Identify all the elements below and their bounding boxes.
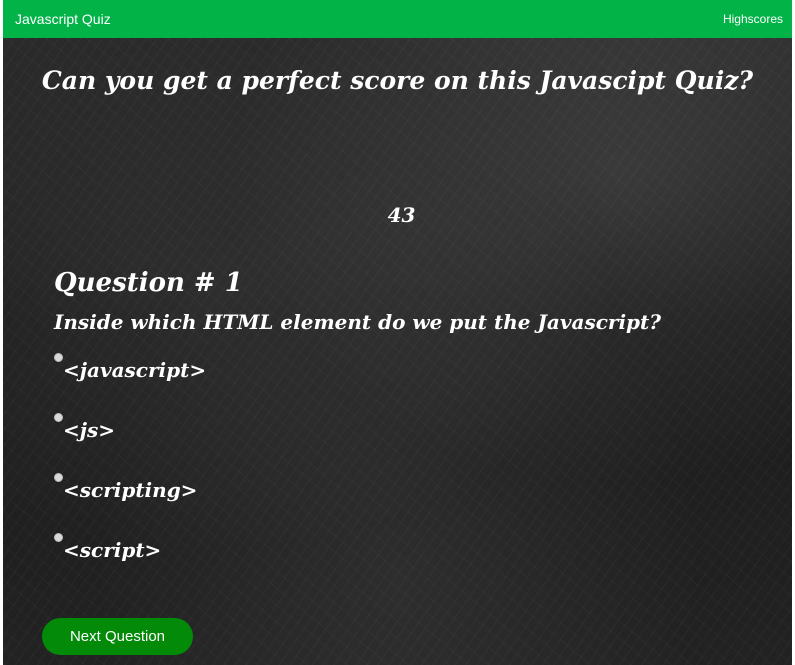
chalkboard-background bbox=[3, 38, 792, 665]
answer-choice-label: <javascript> bbox=[63, 358, 207, 382]
question-number: Question # 1 bbox=[54, 268, 243, 298]
radio-button[interactable] bbox=[54, 413, 63, 422]
radio-button[interactable] bbox=[54, 353, 63, 362]
navbar: Javascript Quiz Highscores bbox=[3, 0, 792, 38]
answer-choice-label: <scripting> bbox=[63, 478, 198, 502]
next-question-button[interactable]: Next Question bbox=[42, 618, 193, 655]
answer-choice-label: <js> bbox=[63, 418, 116, 442]
highscores-link[interactable]: Highscores bbox=[723, 11, 783, 27]
radio-button[interactable] bbox=[54, 473, 63, 482]
quiz-page: Javascript Quiz Highscores Can you get a… bbox=[3, 0, 792, 665]
countdown-timer: 43 bbox=[387, 203, 416, 227]
answer-choice-label: <script> bbox=[63, 538, 162, 562]
radio-button[interactable] bbox=[54, 533, 63, 542]
page-title: Can you get a perfect score on this Java… bbox=[41, 66, 754, 95]
brand-link[interactable]: Javascript Quiz bbox=[15, 10, 111, 28]
question-text: Inside which HTML element do we put the … bbox=[54, 310, 661, 334]
